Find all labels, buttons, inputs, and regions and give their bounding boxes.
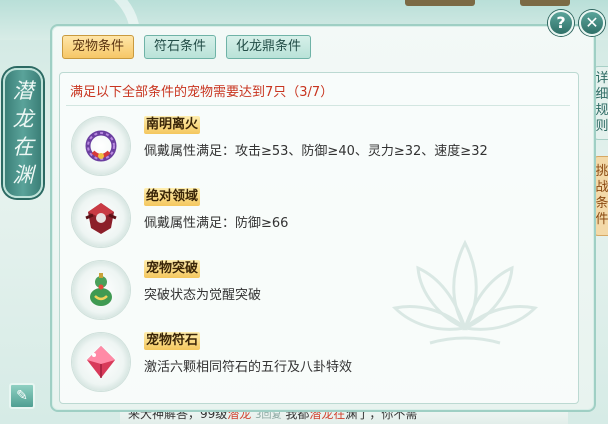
ring-icon bbox=[85, 130, 117, 162]
requirement-header: 满足以下全部条件的宠物需要达到7只（3/7） bbox=[70, 85, 334, 100]
edit-icon[interactable]: ✎ bbox=[9, 383, 35, 409]
close-button[interactable]: ✕ bbox=[579, 10, 605, 36]
condition-desc: 佩戴属性满足：攻击≥53、防御≥40、灵力≥32、速度≥32 bbox=[144, 144, 488, 159]
help-button[interactable]: ? bbox=[548, 10, 574, 36]
side-tab-char: 规 bbox=[595, 103, 608, 118]
top-hud-bar-2 bbox=[520, 0, 570, 6]
condition-item: 绝对领域 佩戴属性满足：防御≥66 bbox=[72, 185, 552, 249]
side-tab-char: 件 bbox=[595, 212, 608, 227]
side-tab-char: 细 bbox=[595, 87, 608, 102]
side-tab-char: 挑 bbox=[595, 164, 608, 179]
gem-icon bbox=[87, 346, 115, 378]
side-tab-char: 则 bbox=[595, 119, 608, 134]
condition-name: 宠物符石 bbox=[144, 332, 201, 350]
condition-item: 宠物突破 突破状态为觉醒突破 bbox=[72, 257, 552, 321]
header-divider bbox=[66, 105, 570, 106]
condition-desc: 激活六颗相同符石的五行及八卦特效 bbox=[144, 360, 353, 375]
side-tab-char: 详 bbox=[595, 71, 608, 86]
condition-desc: 佩戴属性满足：防御≥66 bbox=[144, 216, 289, 231]
red-jewel-icon bbox=[85, 203, 117, 234]
condition-item: 南明离火 佩戴属性满足：攻击≥53、防御≥40、灵力≥32、速度≥32 bbox=[72, 113, 552, 177]
condition-name: 绝对领域 bbox=[144, 188, 201, 206]
banner-char: 在 bbox=[12, 135, 34, 159]
condition-tabs: 宠物条件 符石条件 化龙鼎条件 bbox=[62, 35, 312, 59]
condition-item: 宠物符石 激活六颗相同符石的五行及八卦特效 bbox=[72, 329, 552, 393]
condition-desc: 突破状态为觉醒突破 bbox=[144, 288, 262, 303]
banner-char: 渊 bbox=[12, 163, 34, 187]
event-banner: 潜 龙 在 渊 bbox=[3, 68, 43, 198]
tab-dragon-cauldron-conditions[interactable]: 化龙鼎条件 bbox=[226, 35, 312, 59]
condition-name: 宠物突破 bbox=[144, 260, 201, 278]
tab-pet-conditions[interactable]: 宠物条件 bbox=[62, 35, 135, 59]
gourd-icon bbox=[90, 273, 112, 306]
banner-char: 龙 bbox=[12, 107, 34, 131]
condition-name: 南明离火 bbox=[144, 116, 201, 134]
top-hud-bar bbox=[405, 0, 475, 6]
tab-rune-conditions[interactable]: 符石条件 bbox=[144, 35, 217, 59]
banner-char: 潜 bbox=[12, 79, 34, 103]
side-tab-char: 条 bbox=[595, 196, 608, 211]
side-tab-char: 战 bbox=[595, 180, 608, 195]
conditions-panel: 满足以下全部条件的宠物需要达到7只（3/7） 南明离火 佩戴属性满足：攻击≥53… bbox=[59, 72, 579, 404]
